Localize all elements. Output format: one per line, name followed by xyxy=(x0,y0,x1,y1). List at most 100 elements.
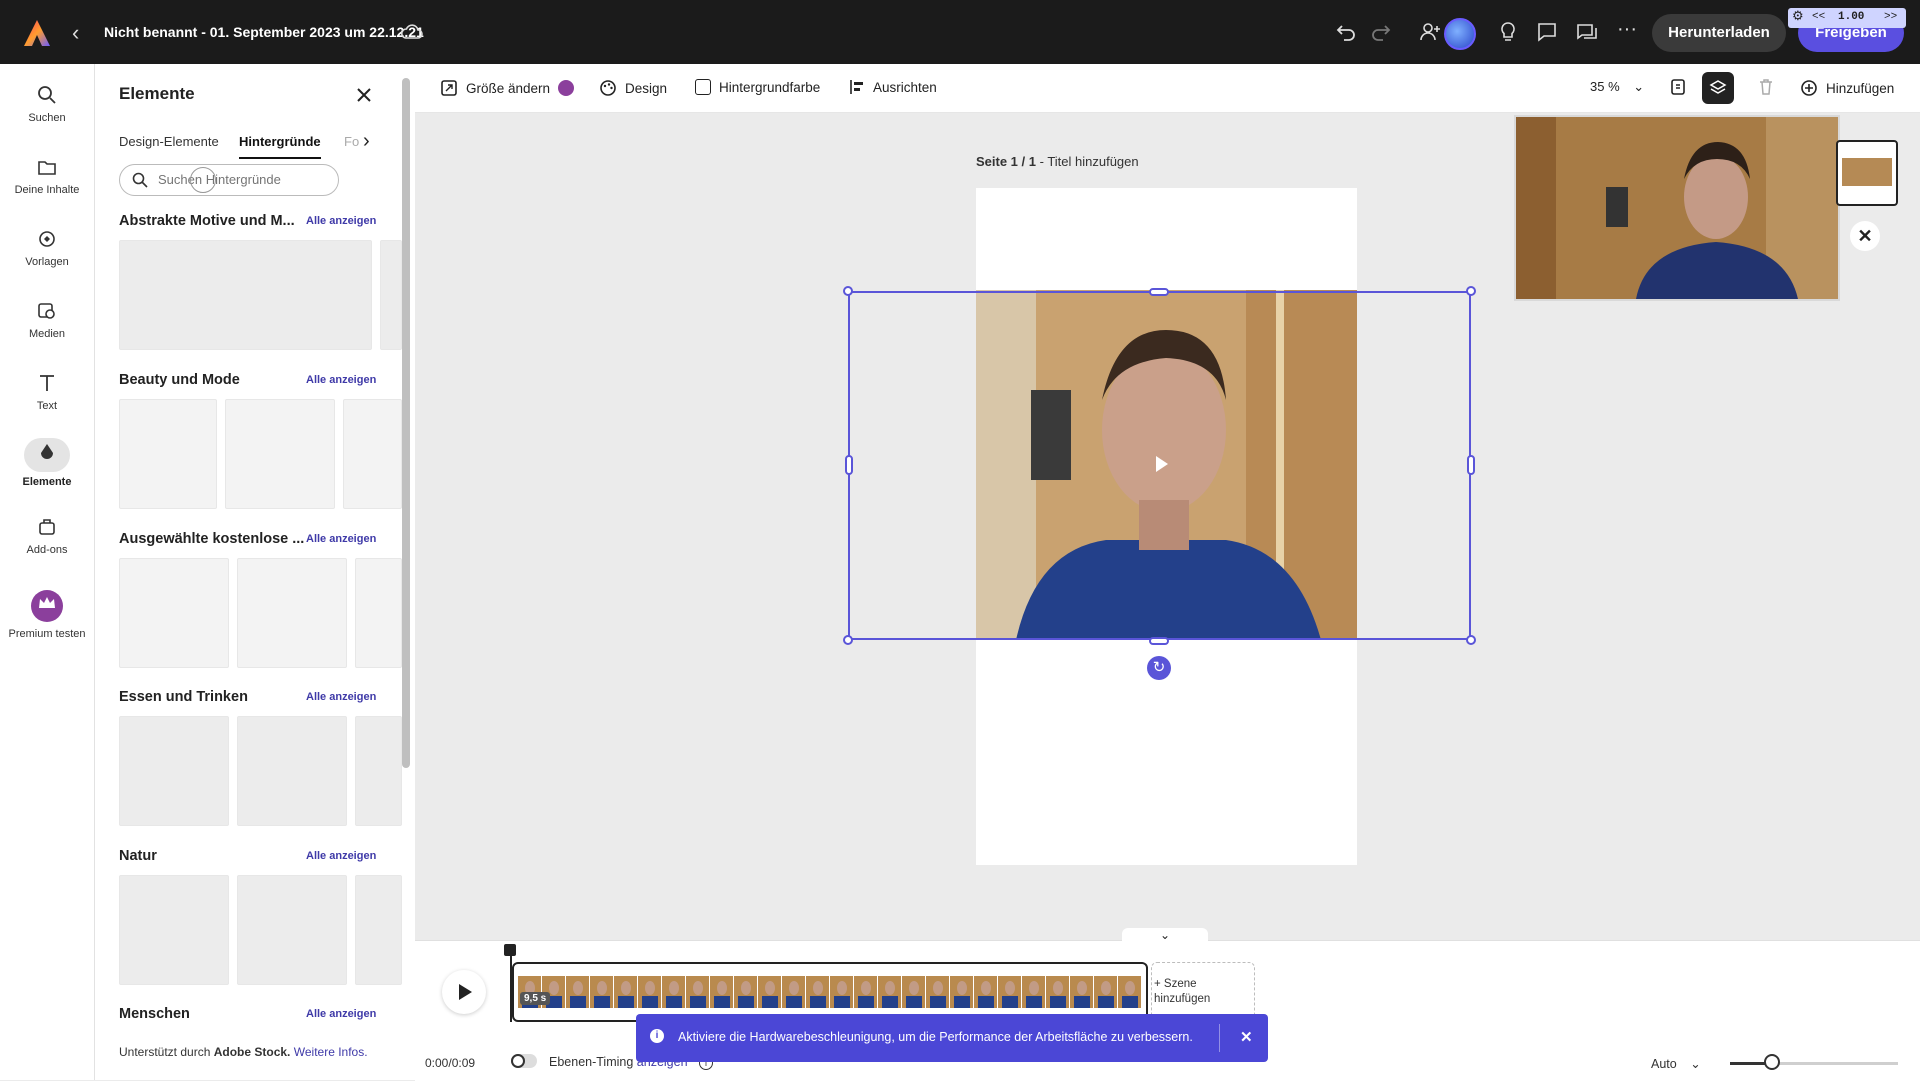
palette-icon xyxy=(600,80,616,96)
rotate-handle-icon[interactable]: ↻ xyxy=(1147,656,1171,680)
comment-icon[interactable] xyxy=(1535,20,1559,44)
section-title: Natur xyxy=(119,848,157,864)
background-color-button[interactable]: Hintergrundfarbe xyxy=(695,79,820,95)
design-button[interactable]: Design xyxy=(599,79,667,97)
resize-handle-right[interactable] xyxy=(1467,455,1475,475)
background-thumbnail[interactable] xyxy=(355,558,402,668)
background-thumbnail[interactable] xyxy=(355,716,402,826)
back-chevron-icon[interactable]: ‹ xyxy=(72,20,79,46)
nav-media[interactable]: Medien xyxy=(0,300,94,340)
section-title: Essen und Trinken xyxy=(119,689,248,705)
layers-button[interactable] xyxy=(1702,72,1734,104)
background-search-field[interactable] xyxy=(119,164,339,196)
scrollbar-thumb[interactable] xyxy=(402,78,410,768)
background-thumbnail[interactable] xyxy=(237,558,347,668)
download-button[interactable]: Herunterladen xyxy=(1652,14,1786,52)
elements-panel: Elemente Design-Elemente Hintergründe Fo… xyxy=(95,64,415,1080)
zoom-dropdown[interactable]: 35 % ⌄ xyxy=(1590,79,1644,95)
more-info-link[interactable]: Weitere Infos. xyxy=(294,1045,368,1059)
cloud-icon[interactable] xyxy=(400,22,424,42)
tab-fonts-partial[interactable]: Fo xyxy=(344,134,359,149)
nav-text[interactable]: Text xyxy=(0,372,94,412)
invite-user-icon[interactable] xyxy=(1418,20,1442,44)
nav-premium[interactable]: Premium testen xyxy=(0,590,94,640)
close-webcam-icon[interactable]: ✕ xyxy=(1850,221,1880,251)
speed-rewind-button[interactable]: << xyxy=(1812,11,1825,23)
tabs-next-chevron-icon[interactable]: › xyxy=(363,130,370,153)
pages-icon[interactable] xyxy=(1668,77,1688,97)
scene-clip[interactable] xyxy=(512,962,1148,1022)
nav-search[interactable]: Suchen xyxy=(0,84,94,124)
resize-button[interactable]: Größe ändern xyxy=(440,79,575,97)
add-button[interactable]: Hinzufügen xyxy=(1800,79,1894,97)
plus-circle-icon xyxy=(1801,80,1817,96)
resize-handle-bottom-left[interactable] xyxy=(843,635,853,645)
quality-dropdown[interactable]: Auto ⌄ xyxy=(1651,1056,1701,1071)
timeline-zoom-slider[interactable] xyxy=(1730,1054,1898,1070)
adobe-express-logo-icon[interactable] xyxy=(22,18,52,48)
see-all-link[interactable]: Alle anzeigen xyxy=(306,533,376,545)
resize-handle-left[interactable] xyxy=(845,455,853,475)
add-scene-label: + Szene hinzufügen xyxy=(1154,978,1211,1005)
background-thumbnail[interactable] xyxy=(237,716,347,826)
collapse-timeline-chevron-icon[interactable]: ⌄ xyxy=(1122,928,1208,946)
zoom-value: 35 % xyxy=(1590,79,1620,94)
nav-addons[interactable]: Add-ons xyxy=(0,516,94,556)
panel-tabs: Design-Elemente Hintergründe Fo › xyxy=(119,130,409,160)
background-thumbnail[interactable] xyxy=(119,716,229,826)
see-all-link[interactable]: Alle anzeigen xyxy=(306,691,376,703)
slider-knob[interactable] xyxy=(1764,1054,1780,1070)
search-input[interactable] xyxy=(156,171,330,188)
layer-timing-toggle[interactable] xyxy=(511,1054,537,1068)
avatar[interactable] xyxy=(1444,18,1476,50)
more-options-icon[interactable]: ··· xyxy=(1617,18,1637,41)
undo-icon[interactable] xyxy=(1334,20,1358,44)
background-thumbnail[interactable] xyxy=(119,240,372,350)
page-title-placeholder[interactable]: - Titel hinzufügen xyxy=(1040,154,1139,169)
trash-icon[interactable] xyxy=(1757,78,1775,96)
see-all-link[interactable]: Alle anzeigen xyxy=(306,215,376,227)
background-thumbnail[interactable] xyxy=(119,399,217,509)
add-scene-button[interactable]: + Szene hinzufügen xyxy=(1151,962,1255,1020)
close-panel-icon[interactable] xyxy=(357,88,371,102)
background-thumbnail[interactable] xyxy=(343,399,402,509)
resize-handle-bottom[interactable] xyxy=(1149,637,1169,645)
page-label[interactable]: Seite 1 / 1 - Titel hinzufügen xyxy=(976,154,1139,169)
background-thumbnail[interactable] xyxy=(119,875,229,985)
nav-your-content[interactable]: Deine Inhalte xyxy=(0,156,94,196)
resize-handle-top-left[interactable] xyxy=(843,286,853,296)
resize-handle-top-right[interactable] xyxy=(1466,286,1476,296)
play-button[interactable] xyxy=(442,970,486,1014)
speed-forward-button[interactable]: >> xyxy=(1884,11,1897,23)
see-all-link[interactable]: Alle anzeigen xyxy=(306,850,376,862)
playhead[interactable] xyxy=(510,946,512,1022)
close-toast-icon[interactable]: ✕ xyxy=(1240,1028,1253,1046)
background-thumbnail[interactable] xyxy=(119,558,229,668)
background-thumbnail[interactable] xyxy=(237,875,347,985)
redo-icon[interactable] xyxy=(1369,20,1393,44)
elements-icon xyxy=(41,444,53,459)
align-button[interactable]: Ausrichten xyxy=(849,79,937,95)
lightbulb-icon[interactable] xyxy=(1496,20,1520,44)
see-all-link[interactable]: Alle anzeigen xyxy=(306,1008,376,1020)
panel-scrollbar[interactable] xyxy=(402,68,410,1068)
resize-handle-bottom-right[interactable] xyxy=(1466,635,1476,645)
tab-design-elements[interactable]: Design-Elemente xyxy=(119,134,219,149)
nav-templates[interactable]: Vorlagen xyxy=(0,228,94,268)
credit-prefix: Unterstützt durch xyxy=(119,1045,211,1059)
background-thumbnail[interactable] xyxy=(225,399,335,509)
info-icon: i xyxy=(650,1029,664,1043)
background-thumbnail[interactable] xyxy=(380,240,402,350)
nav-elements[interactable]: Elemente xyxy=(0,438,94,488)
tab-backgrounds[interactable]: Hintergründe xyxy=(239,134,321,159)
see-all-link[interactable]: Alle anzeigen xyxy=(306,374,376,386)
document-title[interactable]: Nicht benannt - 01. September 2023 um 22… xyxy=(104,24,424,40)
settings-gear-icon[interactable]: ⚙ xyxy=(1792,9,1804,24)
background-thumbnail[interactable] xyxy=(355,875,402,985)
clip-duration-badge: 9,5 s xyxy=(520,992,551,1005)
play-icon xyxy=(459,984,472,1000)
page-thumbnail[interactable] xyxy=(1836,140,1898,206)
nav-label: Vorlagen xyxy=(25,256,69,268)
present-icon[interactable] xyxy=(1575,20,1599,44)
resize-handle-top[interactable] xyxy=(1149,288,1169,296)
